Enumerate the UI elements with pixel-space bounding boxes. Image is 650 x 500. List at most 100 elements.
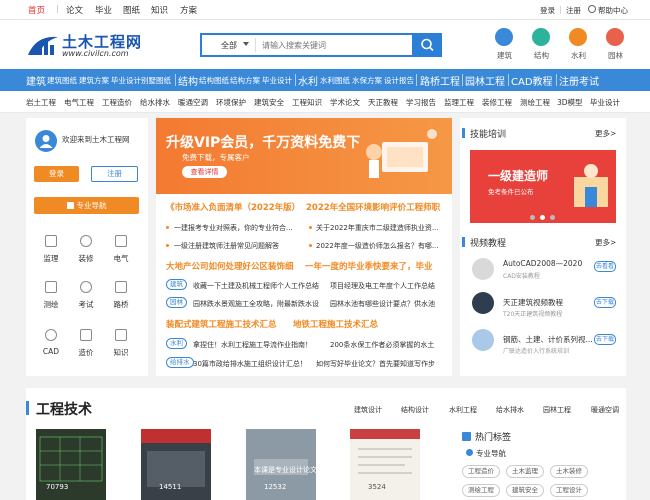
pro-nav-button[interactable]: 专业导航 xyxy=(34,197,139,214)
register-button[interactable]: 注册 xyxy=(91,166,138,182)
book-icon[interactable] xyxy=(115,329,127,341)
category-tag[interactable]: 水利 xyxy=(166,338,187,349)
video-more-link[interactable]: 更多> xyxy=(595,237,616,248)
nav-structure[interactable]: 结构 xyxy=(178,73,198,88)
hot-tag[interactable]: 土木装修 xyxy=(550,465,588,478)
quick-link-label[interactable]: 装修 xyxy=(71,253,101,264)
carousel-dot[interactable] xyxy=(540,215,545,220)
topnav-plans[interactable]: 方案 xyxy=(180,4,197,16)
news-headline[interactable]: 装配式建筑工程施工技术汇总 xyxy=(166,318,277,330)
news-item[interactable]: 30篇市政给排水施工组织设计汇总！ xyxy=(193,359,307,369)
exam-icon[interactable] xyxy=(80,281,92,293)
news-item[interactable]: 关于2022年重庆市二级建造师执业资... xyxy=(316,223,439,233)
nav-villa-drawings[interactable]: 别墅图纸 xyxy=(141,75,171,86)
video-thumbnail[interactable] xyxy=(472,258,494,280)
video-thumbnail[interactable] xyxy=(472,329,494,351)
news-headline[interactable]: 大地产公司如何处理好公区装饰细 xyxy=(166,260,294,272)
news-item[interactable]: 2022年度一级造价师怎么报名？有哪... xyxy=(316,241,439,251)
quick-link-label[interactable]: 监理 xyxy=(36,253,66,264)
header-building-label[interactable]: 建筑 xyxy=(497,50,512,61)
quick-link-label[interactable]: 知识 xyxy=(106,347,136,358)
tech-nav-item[interactable]: 给水排水 xyxy=(496,405,524,415)
nav-building-plans[interactable]: 建筑方案 xyxy=(79,75,109,86)
quick-link-label[interactable]: 造价 xyxy=(71,347,101,358)
tech-nav-item[interactable]: 暖通空调 xyxy=(591,405,619,415)
nav-structure-graduation[interactable]: 毕业设计 xyxy=(262,75,292,86)
quick-link-label[interactable]: 测绘 xyxy=(36,299,66,310)
quick-link-label[interactable]: 电气 xyxy=(106,253,136,264)
help-center-link[interactable]: 帮助中心 xyxy=(598,5,628,16)
nav-landscape[interactable]: 园林工程 xyxy=(465,73,505,88)
tech-nav-item[interactable]: 结构设计 xyxy=(401,405,429,415)
video-thumbnail[interactable] xyxy=(472,292,494,314)
news-item[interactable]: 拿捏住！水利工程施工导流作业指南！ xyxy=(193,340,312,350)
quick-link-label[interactable]: 路桥 xyxy=(106,299,136,310)
login-button[interactable]: 登录 xyxy=(34,166,79,182)
search-button[interactable] xyxy=(413,33,442,57)
quick-link-label[interactable]: CAD xyxy=(36,347,66,356)
news-item[interactable]: 200条水保工作者必须掌握的水土 xyxy=(330,340,434,350)
tools-icon[interactable] xyxy=(80,235,92,247)
video-action-button[interactable]: 去下载 xyxy=(594,297,616,308)
topnav-drawings[interactable]: 图纸 xyxy=(123,4,140,16)
nav-structure-drawings[interactable]: 结构图纸 xyxy=(199,75,229,86)
subnav-item[interactable]: 电气工程 xyxy=(64,97,94,108)
video-item-title[interactable]: 钢筋、土建、计价系列视... xyxy=(503,334,593,345)
hot-tag[interactable]: 土木监理 xyxy=(506,465,544,478)
carousel-dot[interactable] xyxy=(530,215,535,220)
nav-structure-plans[interactable]: 结构方案 xyxy=(230,75,260,86)
subnav-item[interactable]: 天正教程 xyxy=(368,97,398,108)
category-tag[interactable]: 建筑 xyxy=(166,279,187,290)
header-garden-label[interactable]: 园林 xyxy=(608,50,623,61)
hot-tag[interactable]: 建筑安全 xyxy=(506,484,544,497)
video-item-title[interactable]: AutoCAD2008—2020 xyxy=(503,259,582,268)
subnav-item[interactable]: 毕业设计 xyxy=(590,97,620,108)
nav-water-drawings[interactable]: 水利图纸 xyxy=(320,75,350,86)
tech-nav-item[interactable]: 园林工程 xyxy=(543,405,571,415)
header-structure-label[interactable]: 结构 xyxy=(534,50,549,61)
clipboard-icon[interactable] xyxy=(45,235,57,247)
news-headline[interactable]: 《市场准入负面清单（2022年版） xyxy=(166,201,300,213)
building-icon[interactable] xyxy=(495,28,513,46)
video-action-button[interactable]: 去下载 xyxy=(594,334,616,345)
subnav-item[interactable]: 环境保护 xyxy=(216,97,246,108)
topnav-paper[interactable]: 论文 xyxy=(66,4,83,16)
search-input[interactable] xyxy=(262,36,407,54)
news-headline[interactable]: 地铁工程施工技术汇总 xyxy=(293,318,378,330)
nav-soil-plans[interactable]: 水保方案 xyxy=(352,75,382,86)
tech-nav-item[interactable]: 建筑设计 xyxy=(354,405,382,415)
hot-tag[interactable]: 工程造价 xyxy=(462,465,500,478)
subnav-item[interactable]: 工程造价 xyxy=(102,97,132,108)
bridge-icon[interactable] xyxy=(115,281,127,293)
news-item[interactable]: 园林跌水景观施工全攻略，附最新跌水设 xyxy=(193,299,319,309)
subnav-item[interactable]: 测绘工程 xyxy=(520,97,550,108)
subnav-item[interactable]: 建筑安全 xyxy=(254,97,284,108)
news-item[interactable]: 一级注册建筑师注册常见问题解答 xyxy=(174,241,279,251)
category-tag[interactable]: 园林 xyxy=(166,297,187,308)
subnav-item[interactable]: 3D模型 xyxy=(557,97,583,108)
nav-building-drawings[interactable]: 建筑图纸 xyxy=(47,75,77,86)
water-icon[interactable] xyxy=(569,28,587,46)
search-category-select[interactable]: 全部 xyxy=(221,40,237,51)
subnav-item[interactable]: 岩土工程 xyxy=(26,97,56,108)
header-water-label[interactable]: 水利 xyxy=(571,50,586,61)
structure-icon[interactable] xyxy=(532,28,550,46)
news-headline[interactable]: 2022年全国环境影响评价工程师职 xyxy=(306,201,440,213)
news-item[interactable]: 如何写好毕业论文？首先要知道写作步 xyxy=(316,359,435,369)
plug-icon[interactable] xyxy=(115,235,127,247)
hot-tag[interactable]: 测绘工程 xyxy=(462,484,500,497)
nav-registration-exam[interactable]: 注册考试 xyxy=(559,73,599,88)
news-item[interactable]: 项目经理及电工年度个人工作总结 xyxy=(330,281,435,291)
hot-pro-nav-label[interactable]: 专业导航 xyxy=(476,448,506,459)
cad-icon[interactable] xyxy=(45,329,57,341)
logo-icon[interactable] xyxy=(26,31,60,57)
news-headline[interactable]: 一年一度的毕业季快要来了，毕业 xyxy=(305,260,433,272)
news-item[interactable]: 一建报考专业对照表，你的专业符合... xyxy=(174,223,293,233)
map-icon[interactable] xyxy=(45,281,57,293)
register-link[interactable]: 注册 xyxy=(566,5,581,16)
topnav-graduation[interactable]: 毕业 xyxy=(95,4,112,16)
subnav-item[interactable]: 学习报告 xyxy=(406,97,436,108)
skills-more-link[interactable]: 更多> xyxy=(595,128,616,139)
topnav-knowledge[interactable]: 知识 xyxy=(151,4,168,16)
nav-cad-tutorial[interactable]: CAD教程 xyxy=(511,73,553,88)
